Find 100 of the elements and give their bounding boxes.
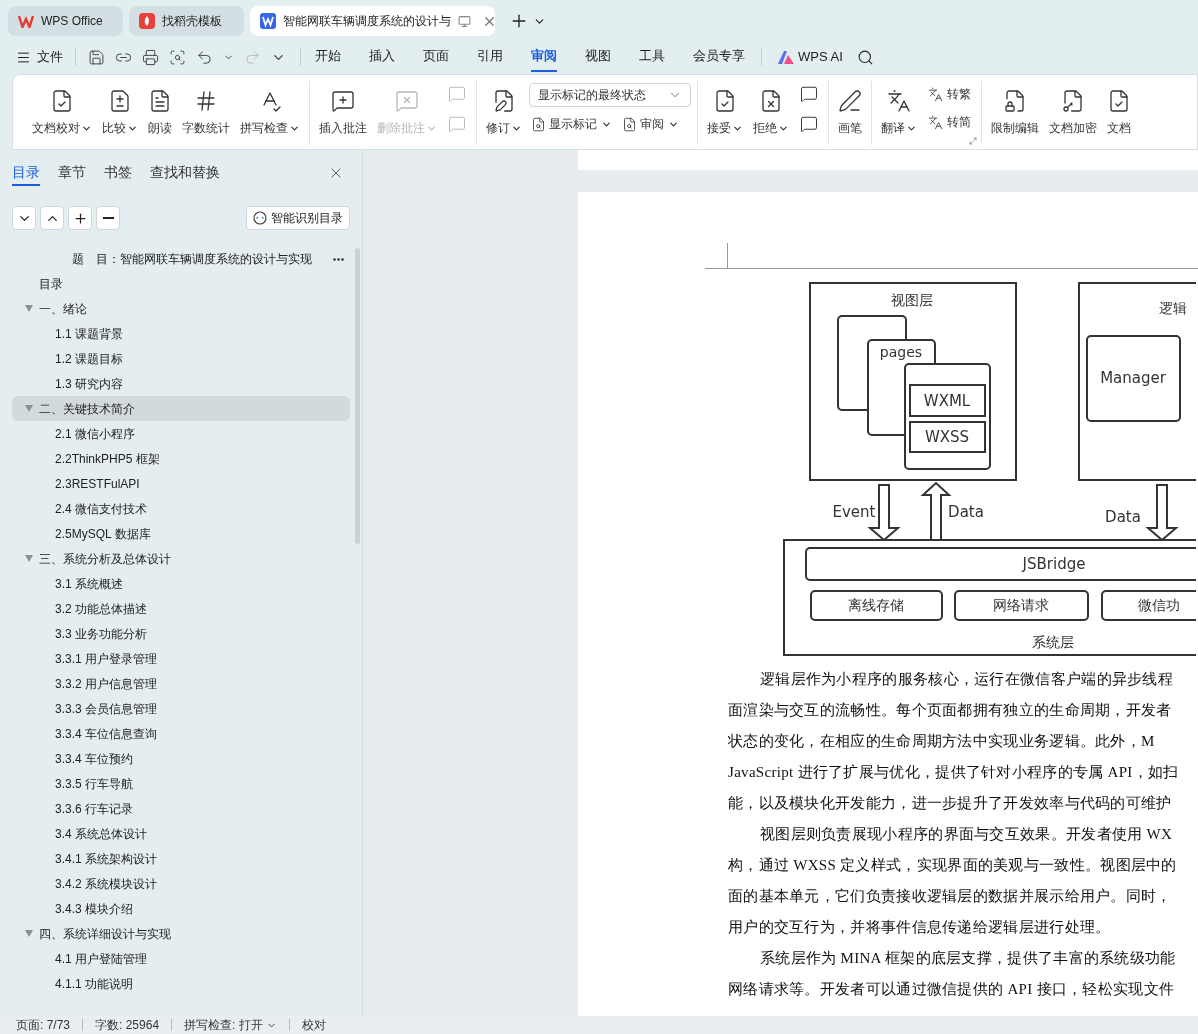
document-tab[interactable]: 智能网联车辆调度系统的设计与: [250, 6, 495, 36]
ribbon-tab[interactable]: 引用: [477, 42, 503, 72]
paragraph-line: 面的基本单元，它们负责接收逻辑层的数据并展示给用户。同时，: [728, 887, 1172, 906]
diagram-label: Event: [832, 502, 876, 521]
sidebar-tab[interactable]: 章节: [58, 160, 86, 186]
scrollbar-thumb[interactable]: [355, 248, 360, 544]
diagram-label: 微信功: [1138, 597, 1180, 613]
toc-item[interactable]: 4.1.1 功能说明: [12, 971, 350, 996]
ribbon-small-button[interactable]: 显示标记: [529, 113, 614, 135]
ribbon-tab[interactable]: 页面: [423, 42, 449, 72]
toc-item[interactable]: 2.4 微信支付技术: [12, 496, 350, 521]
toc-item[interactable]: 4.1 用户登陆管理: [12, 946, 350, 971]
toc-item[interactable]: 一、绪论: [12, 296, 350, 321]
page-count: 页面: 7/73: [16, 1017, 71, 1034]
previous-comment-button[interactable]: [800, 85, 818, 103]
ribbon-button[interactable]: 画笔: [835, 81, 865, 143]
print-icon[interactable]: [142, 48, 159, 66]
ribbon-small-button[interactable]: 审阅: [620, 113, 681, 135]
ribbon-small-button[interactable]: 转简: [924, 111, 975, 133]
paragraph-line: 逻辑层作为小程序的服务核心，运行在微信客户端的异步线程: [759, 670, 1174, 689]
search-icon[interactable]: [856, 48, 874, 66]
paragraph-line: JavaScript 进行了扩展与优化，提供了针对小程序的专属 API，如扫: [728, 763, 1179, 782]
toc-item[interactable]: 四、系统详细设计与实现: [12, 921, 350, 946]
proofread-button[interactable]: 校对: [301, 1016, 326, 1034]
toc-item[interactable]: 题 目：智能网联车辆调度系统的设计与实现: [12, 246, 350, 271]
ribbon-button[interactable]: 接受: [704, 81, 746, 143]
diagram-label: Data: [1105, 507, 1141, 526]
writer-logo-icon: [260, 13, 276, 29]
ribbon-button[interactable]: 文档校对: [29, 81, 95, 143]
remove-button[interactable]: [96, 206, 120, 230]
word-count: 字数: 25964: [95, 1017, 160, 1034]
save-icon[interactable]: [88, 48, 105, 66]
ribbon-button[interactable]: 文档加密: [1046, 81, 1100, 143]
ribbon-button[interactable]: 限制编辑: [988, 81, 1042, 143]
add-button[interactable]: [68, 206, 92, 230]
toc-item[interactable]: 3.4.2 系统模块设计: [12, 871, 350, 896]
sidebar-tab[interactable]: 目录: [12, 160, 40, 186]
sidebar-tab[interactable]: 书签: [104, 160, 132, 186]
toc-item[interactable]: 三、系统分析及总体设计: [12, 546, 350, 571]
toc-item[interactable]: 2.2ThinkPHP5 框架: [12, 446, 350, 471]
toc-item[interactable]: 3.3.5 行车导航: [12, 771, 350, 796]
ribbon-tab[interactable]: 工具: [639, 42, 665, 72]
ribbon-button[interactable]: 文档: [1104, 81, 1134, 143]
toc-item[interactable]: 1.1 课题背景: [12, 321, 350, 346]
diagram-label: 网络请求: [993, 597, 1049, 613]
undo-icon[interactable]: [196, 48, 213, 66]
ribbon-tab[interactable]: 插入: [369, 42, 395, 72]
wps-ai-button[interactable]: WPS AI: [778, 47, 843, 67]
toc-item[interactable]: 1.3 研究内容: [12, 371, 350, 396]
comment-delete-icon: [395, 89, 419, 113]
ribbon-button[interactable]: 朗读: [145, 81, 175, 143]
ribbon-tab[interactable]: 审阅: [531, 42, 557, 72]
toc-item[interactable]: 3.3.1 用户登录管理: [12, 646, 350, 671]
print-preview-icon[interactable]: [169, 48, 186, 66]
toc-item[interactable]: 目录: [12, 271, 350, 296]
toc-item[interactable]: 1.2 课题目标: [12, 346, 350, 371]
sidebar-tab[interactable]: 查找和替换: [150, 160, 220, 186]
smart-toc-button[interactable]: 智能识别目录: [246, 206, 350, 230]
ribbon-small-button[interactable]: 转繁: [924, 83, 975, 105]
ribbon-button[interactable]: 修订: [483, 81, 525, 143]
toc-item[interactable]: 2.1 微信小程序: [12, 421, 350, 446]
toc-item[interactable]: 3.3.2 用户信息管理: [12, 671, 350, 696]
toc-item[interactable]: 3.4.1 系统架构设计: [12, 846, 350, 871]
ribbon-button[interactable]: 比较: [99, 81, 141, 143]
toc-item[interactable]: 2.5MySQL 数据库: [12, 521, 350, 546]
document-tab[interactable]: 找稻壳模板: [129, 6, 244, 36]
diagram-label: WXML: [923, 391, 971, 410]
markup-dropdown[interactable]: 显示标记的最终状态: [529, 83, 691, 107]
ribbon-button[interactable]: 插入批注: [316, 81, 370, 143]
template-logo-icon: [139, 13, 155, 29]
toc-item[interactable]: 3.3 业务功能分析: [12, 621, 350, 646]
toc-item[interactable]: 3.4.3 模块介绍: [12, 896, 350, 921]
compare-icon: [108, 89, 132, 113]
next-comment-button[interactable]: [800, 115, 818, 133]
toc-item[interactable]: 2.3RESTFulAPI: [12, 471, 350, 496]
ribbon-tab[interactable]: 会员专享: [693, 42, 745, 72]
convert-icon: [928, 114, 943, 130]
ribbon-button[interactable]: 拒绝: [750, 81, 792, 143]
toc-item[interactable]: 3.4 系统总体设计: [12, 821, 350, 846]
paragraph-line: 视图层则负责展现小程序的界面与交互效果。开发者使用 WX: [759, 825, 1173, 844]
document-tab[interactable]: WPS Office: [8, 6, 123, 36]
ribbon-tab[interactable]: 开始: [315, 42, 341, 72]
comment-plus-icon: [331, 89, 355, 113]
toc-item[interactable]: 二、关键技术简介: [12, 396, 350, 421]
toc-item[interactable]: 3.3.3 会员信息管理: [12, 696, 350, 721]
ribbon-button[interactable]: 字数统计: [179, 81, 233, 143]
ribbon-button[interactable]: 翻译: [878, 81, 920, 143]
diagram-label: Manager: [1100, 368, 1166, 387]
toc-item[interactable]: 3.3.4 车位信息查询: [12, 721, 350, 746]
launcher-icon[interactable]: [969, 137, 977, 145]
spell-check-button[interactable]: 拼写检查: 打开: [184, 1016, 277, 1034]
ribbon-button[interactable]: 拼写检查: [237, 81, 303, 143]
toc-item[interactable]: 3.1 系统概述: [12, 571, 350, 596]
expand-down-button[interactable]: [12, 206, 36, 230]
toc-item[interactable]: 3.3.6 行车记录: [12, 796, 350, 821]
ribbon-tab[interactable]: 视图: [585, 42, 611, 72]
toc-item[interactable]: 3.3.4 车位预约: [12, 746, 350, 771]
toc-item[interactable]: 3.2 功能总体描述: [12, 596, 350, 621]
file-menu-button[interactable]: 文件: [16, 47, 63, 67]
diagram-label: 视图层: [891, 292, 933, 308]
